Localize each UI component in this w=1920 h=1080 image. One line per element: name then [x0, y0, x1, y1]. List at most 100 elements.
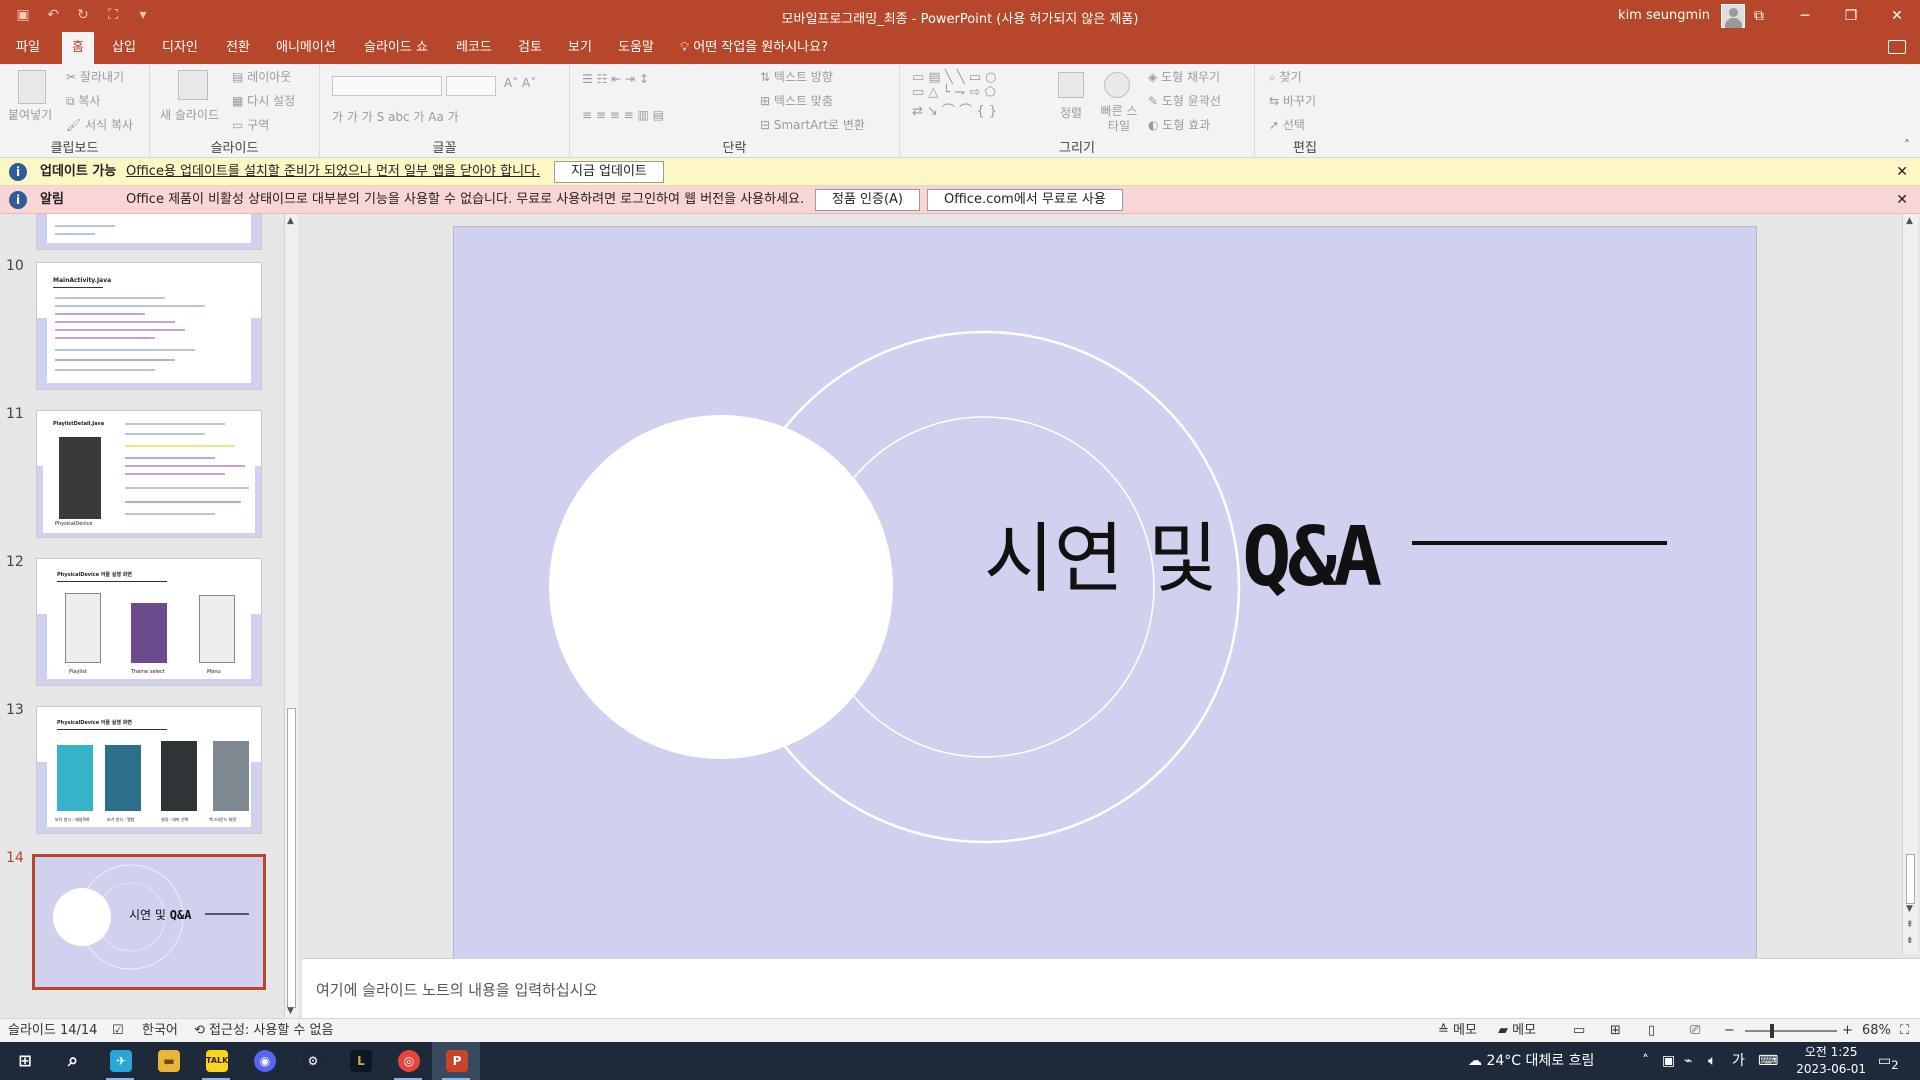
text-direction-button[interactable]: ⇅ 텍스트 방향: [760, 68, 833, 85]
font-format-icons[interactable]: 가 가 가 S abc 가 Aa 가: [332, 108, 459, 125]
replace-button[interactable]: ⇆ 바꾸기: [1269, 92, 1316, 109]
zoom-out-button[interactable]: −: [1724, 1019, 1735, 1043]
scroll-up-icon[interactable]: ▲: [1906, 216, 1913, 226]
slide-thumbnail-selected[interactable]: 시연 및 Q&A: [32, 854, 266, 990]
font-family-combo[interactable]: [332, 76, 442, 96]
tab-transitions[interactable]: 전환: [216, 32, 260, 64]
shape-effects-button[interactable]: ◐ 도형 효과: [1148, 116, 1210, 133]
scroll-down-icon[interactable]: ▼: [1906, 904, 1913, 914]
cut-button[interactable]: ✂ 잘라내기: [66, 68, 124, 85]
clock[interactable]: 오전 1:25 2023-06-01: [1796, 1044, 1866, 1078]
notes-toggle[interactable]: ≙ 메모: [1438, 1019, 1477, 1043]
tell-me-box[interactable]: 💡︎ 어떤 작업을 원하시나요?: [680, 32, 828, 64]
white-circle[interactable]: [549, 415, 893, 759]
tab-view[interactable]: 보기: [558, 32, 602, 64]
arrange-icon[interactable]: [1058, 72, 1084, 98]
close-button[interactable]: ✕: [1874, 0, 1920, 32]
arrange-button[interactable]: 정렬: [1060, 104, 1082, 121]
comments-icon[interactable]: [1888, 40, 1906, 54]
paste-icon[interactable]: [18, 70, 46, 104]
spellcheck-icon[interactable]: ☑: [112, 1019, 124, 1043]
activate-button[interactable]: 정품 인증(A): [815, 189, 921, 211]
align-icons[interactable]: ≡ ≡ ≡ ≡ ▥ ▤: [582, 108, 664, 122]
tab-design[interactable]: 디자인: [152, 32, 208, 64]
align-text-button[interactable]: ⊞ 텍스트 맞춤: [760, 92, 833, 109]
section-button[interactable]: ▭ 구역: [232, 116, 269, 133]
taskbar-app[interactable]: ◉: [240, 1042, 288, 1080]
shape-outline-button[interactable]: ✎ 도형 윤곽선: [1148, 92, 1221, 109]
format-painter-button[interactable]: 🖌︎ 서식 복사: [66, 116, 133, 133]
copy-button[interactable]: ⧉ 복사: [66, 92, 100, 109]
new-slide-icon[interactable]: [178, 70, 208, 100]
accessibility-status[interactable]: ⟲ 접근성: 사용할 수 없음: [194, 1019, 333, 1043]
scrollbar-thumb[interactable]: [1906, 854, 1915, 904]
scroll-down-icon[interactable]: ▼: [287, 1006, 294, 1016]
slide-title[interactable]: 시연 및 Q&A: [984, 513, 1382, 627]
ribbon-display-options-button[interactable]: ⧉: [1736, 0, 1782, 32]
list-icons[interactable]: ☰ ☷ ⇤ ⇥ ↕: [582, 72, 649, 86]
slide-thumbnail[interactable]: PlaylistDetail.Java PhysicalDevice: [36, 410, 262, 538]
quick-styles-button[interactable]: 빠른 스타일: [1096, 104, 1142, 134]
slide-thumbnail[interactable]: [36, 214, 262, 250]
restore-button[interactable]: ❐: [1828, 0, 1874, 32]
zoom-level[interactable]: 68%: [1862, 1019, 1891, 1043]
collapse-ribbon-icon[interactable]: ˄: [1904, 138, 1910, 152]
scrollbar-thumb[interactable]: [287, 708, 296, 1008]
taskbar-app[interactable]: ⚙: [288, 1042, 336, 1080]
ime-indicator[interactable]: 가: [1732, 1042, 1745, 1080]
previous-slide-icon[interactable]: ⇞: [1906, 920, 1914, 930]
search-button[interactable]: ⌕: [48, 1042, 96, 1080]
scroll-up-icon[interactable]: ▲: [287, 216, 294, 226]
new-slide-button[interactable]: 새 슬라이드: [160, 106, 219, 123]
slide-scrollbar[interactable]: ▲ ▼ ⇞ ⇟: [1902, 214, 1918, 954]
taskbar-app[interactable]: TALK: [192, 1042, 240, 1080]
tray-device-icon[interactable]: ▣: [1662, 1042, 1675, 1080]
zoom-slider-knob[interactable]: [1770, 1024, 1774, 1038]
fit-to-window-icon[interactable]: ⛶: [1900, 1019, 1909, 1043]
close-icon[interactable]: ✕: [1896, 186, 1908, 214]
update-bar-message[interactable]: Office용 업데이트를 설치할 준비가 되었으나 먼저 일부 앱을 닫아야 …: [126, 158, 540, 186]
use-free-online-button[interactable]: Office.com에서 무료로 사용: [927, 189, 1123, 211]
slide-thumbnail[interactable]: PhysicalDevice 어플 실행 화면 보기 방식 - 재생목록 보기 …: [36, 706, 262, 834]
reading-view-icon[interactable]: ▯: [1648, 1019, 1655, 1043]
comments-toggle[interactable]: ▰ 메모: [1498, 1019, 1536, 1043]
update-now-button[interactable]: 지금 업데이트: [554, 161, 664, 183]
keyboard-icon[interactable]: ⌨: [1758, 1042, 1778, 1080]
slide-thumbnail[interactable]: MainActivity.Java: [36, 262, 262, 390]
tab-home[interactable]: 홈: [62, 32, 94, 64]
slide[interactable]: 시연 및 Q&A: [453, 226, 1757, 959]
layout-button[interactable]: ▤ 레이아웃: [232, 68, 291, 85]
tab-slide-show[interactable]: 슬라이드 쇼: [354, 32, 438, 64]
shapes-gallery[interactable]: ▭ ▤ ╲ ╲ ▭ ○ ▭ △ └ ⇁ ⇨ ⬠ ⇄ ↘ ⌒ ⌒ { }: [912, 70, 997, 119]
weather-widget[interactable]: ☁ 24°C 대체로 흐림: [1468, 1042, 1594, 1080]
reset-button[interactable]: ▦ 다시 설정: [232, 92, 295, 109]
taskbar-app[interactable]: ◎: [384, 1042, 432, 1080]
normal-view-icon[interactable]: ▭: [1573, 1019, 1585, 1043]
taskbar-app[interactable]: ✈: [96, 1042, 144, 1080]
zoom-slider[interactable]: [1745, 1030, 1837, 1032]
next-slide-icon[interactable]: ⇟: [1906, 936, 1914, 946]
zoom-in-button[interactable]: +: [1842, 1019, 1853, 1043]
show-hidden-icons[interactable]: ˄: [1642, 1042, 1649, 1080]
font-size-combo[interactable]: [446, 76, 496, 96]
notification-center-button[interactable]: ▭2: [1878, 1042, 1899, 1080]
taskbar-app[interactable]: L: [336, 1042, 384, 1080]
tab-help[interactable]: 도움말: [608, 32, 664, 64]
select-button[interactable]: ➚ 선택: [1269, 116, 1305, 133]
paste-button[interactable]: 붙여넣기: [8, 106, 52, 123]
tab-animations[interactable]: 애니메이션: [266, 32, 346, 64]
slide-sorter-icon[interactable]: ⊞: [1610, 1019, 1621, 1043]
minimize-button[interactable]: ─: [1782, 0, 1828, 32]
find-button[interactable]: ⌕ 찾기: [1269, 68, 1302, 85]
tab-file[interactable]: 파일: [6, 32, 50, 64]
user-name[interactable]: kim seungmin: [1618, 8, 1710, 23]
thumbnail-scrollbar[interactable]: ▲ ▼: [284, 214, 298, 1018]
network-icon[interactable]: ⌁: [1684, 1042, 1692, 1080]
language-indicator[interactable]: 한국어: [142, 1019, 178, 1043]
tab-insert[interactable]: 삽입: [102, 32, 146, 64]
grow-font-icon[interactable]: A˄ A˅: [504, 76, 536, 90]
close-icon[interactable]: ✕: [1896, 158, 1908, 186]
volume-icon[interactable]: 🔈︎: [1708, 1042, 1716, 1080]
taskbar-app-powerpoint[interactable]: P: [432, 1042, 480, 1080]
slide-thumbnail[interactable]: PhysicalDevice 어플 실행 화면 Playlist Theme s…: [36, 558, 262, 686]
